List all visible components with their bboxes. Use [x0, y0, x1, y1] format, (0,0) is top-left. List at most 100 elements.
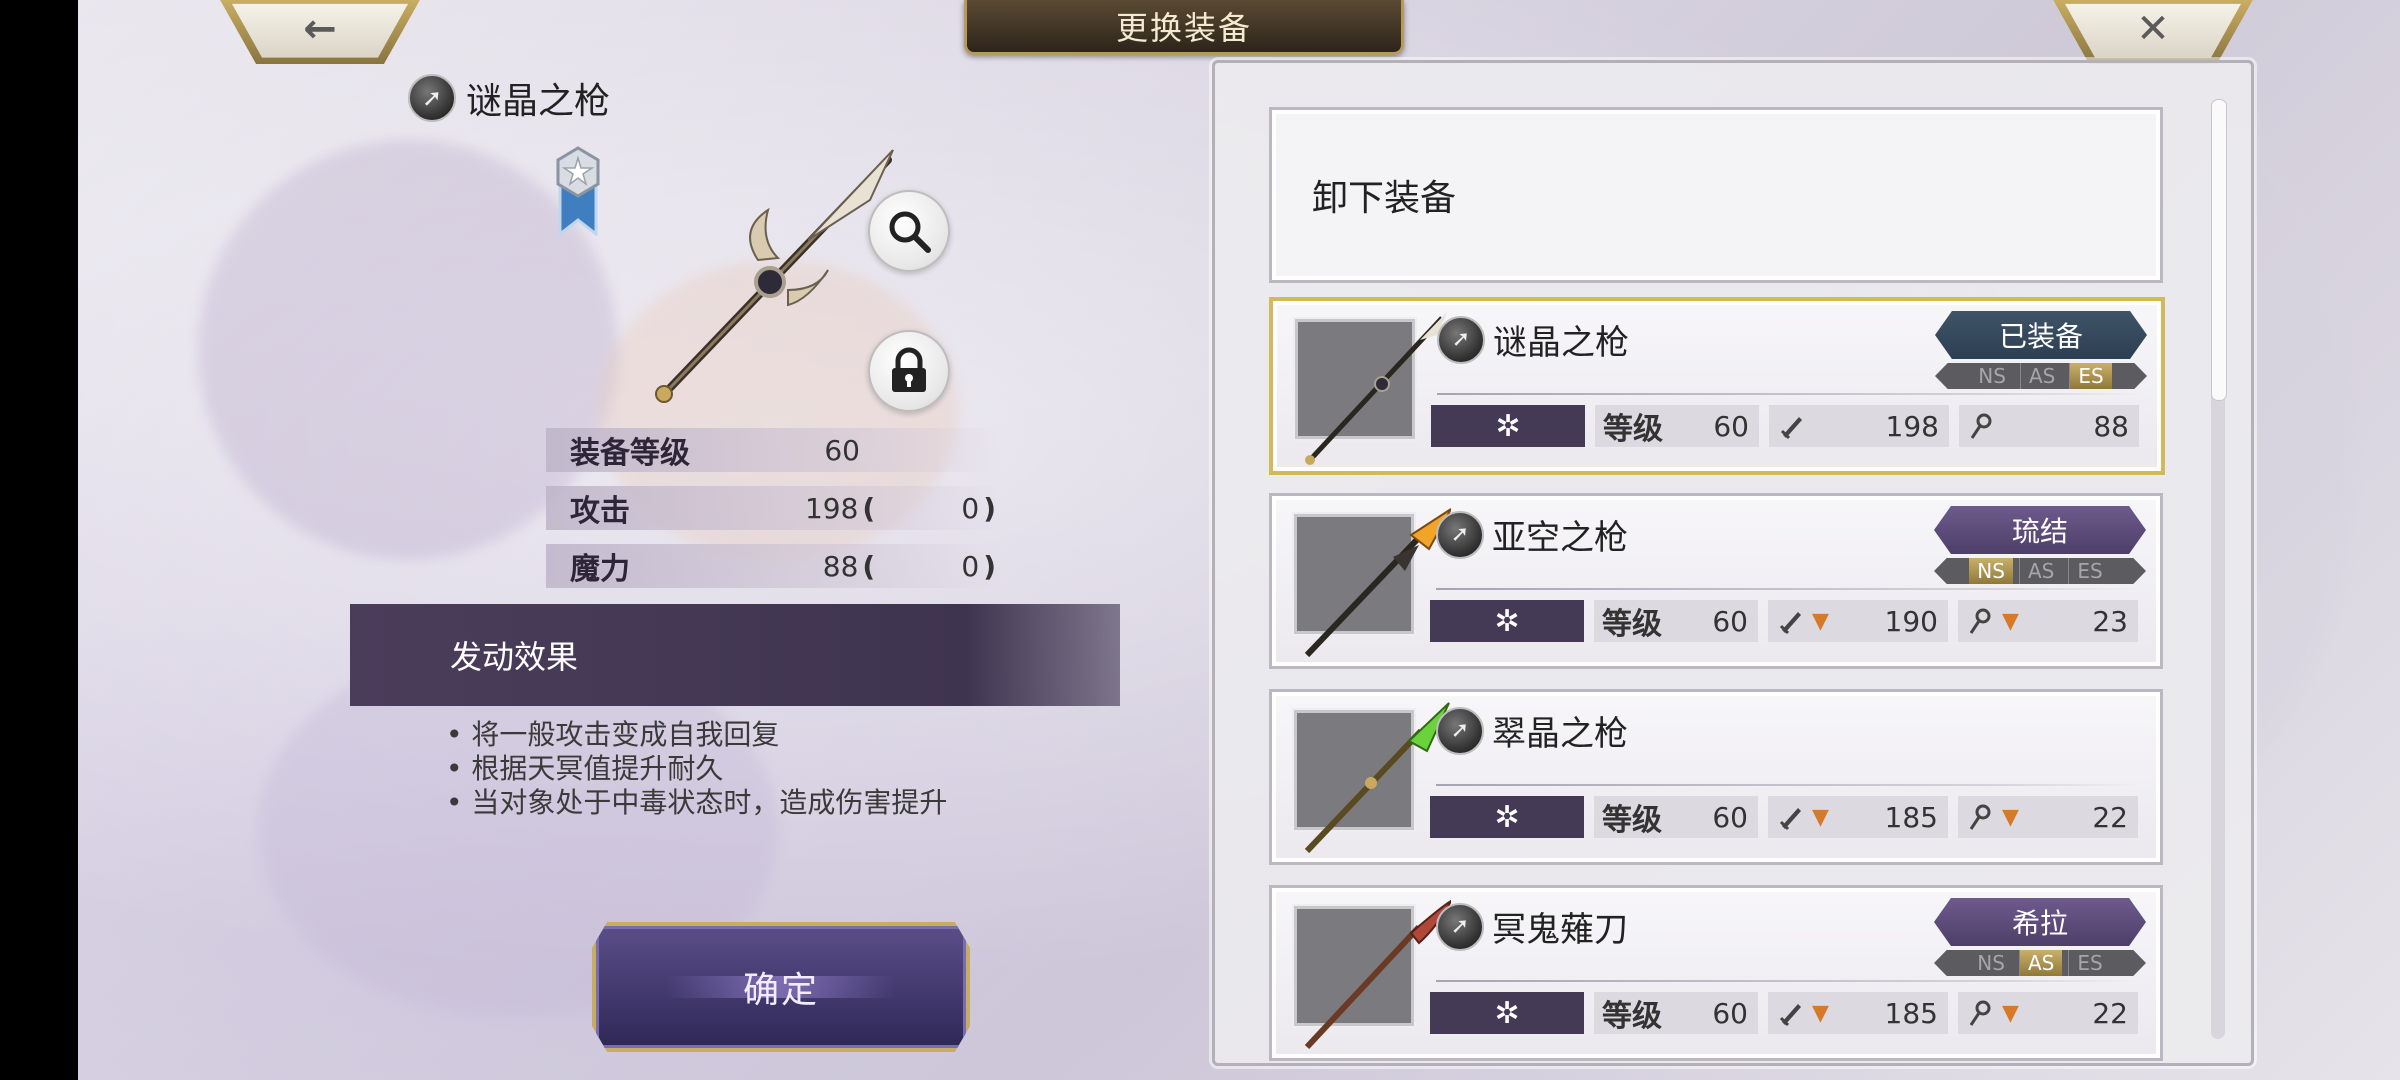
level-cell: 等级 60: [1595, 405, 1759, 447]
stat-bonus: ( 0 ): [858, 492, 1000, 525]
attack-value: 190: [1884, 604, 1938, 638]
item-name: 谜晶之枪: [1493, 323, 1629, 363]
slot-es: ES: [2069, 363, 2112, 389]
unequip-label: 卸下装备: [1312, 178, 1457, 219]
close-button[interactable]: ✕: [2053, 0, 2253, 64]
item-title: ➚ 翠晶之枪: [1436, 706, 1628, 755]
item-thumbnail: [1294, 702, 1450, 854]
magic-value: 22: [2092, 800, 2128, 834]
equipment-item[interactable]: ➚ 冥鬼薙刀 希拉 NS AS ES ✲ 等级 60 ▼ 185 ▼ 22: [1269, 885, 2163, 1061]
down-arrow-icon: ▼: [2002, 608, 2019, 634]
slot-indicator: NS AS ES: [1934, 950, 2146, 976]
item-stats: ✲ 等级 60 198 88: [1431, 405, 2139, 447]
staff-icon: [1969, 608, 1991, 634]
attack-cell: ▼ 185: [1768, 796, 1948, 838]
item-stats: ✲ 等级 60 ▼ 185 ▼ 22: [1430, 796, 2138, 838]
attack-value: 185: [1884, 996, 1938, 1030]
magic-cell: ▼ 22: [1958, 796, 2138, 838]
divider: [1436, 588, 2140, 590]
confirm-button[interactable]: 确定: [592, 922, 970, 1052]
divider: [1437, 393, 2141, 395]
level-label: 等级: [1602, 999, 1662, 1034]
attack-cell: ▼ 190: [1768, 600, 1948, 642]
attack-value: 185: [1884, 800, 1938, 834]
spear-type-icon: ➚: [1437, 315, 1485, 364]
back-button[interactable]: ←: [220, 0, 420, 64]
game-screen: ← 更换装备 ✕ ➚ 谜晶之枪 装备等级 60 攻击 198 (0) 魔力 …: [78, 0, 2400, 1080]
weapon-image: [1304, 899, 1451, 1050]
scrollbar-thumb[interactable]: [2211, 99, 2227, 401]
stat-row-level: 装备等级 60: [546, 428, 1000, 472]
owner-tag: 琉结: [1934, 506, 2146, 554]
weapon-image: [1304, 508, 1451, 658]
item-thumbnail: [1294, 508, 1451, 658]
magic-value: 22: [2092, 996, 2128, 1030]
effect-item: 根据天冥值提升耐久: [446, 752, 947, 786]
spear-type-icon: ➚: [1436, 902, 1484, 951]
back-arrow-icon: ←: [303, 6, 337, 52]
effect-title: 发动效果: [450, 638, 579, 676]
screen-title-plate: 更换装备: [964, 0, 1404, 55]
slot-ns: NS: [1978, 364, 2006, 388]
stat-row-magic: 魔力 88 ( 0 ): [546, 544, 1000, 588]
stat-label: 装备等级: [570, 436, 690, 471]
sword-icon: [1780, 417, 1802, 440]
attribute-badge: ✲: [1430, 600, 1584, 642]
scrollbar[interactable]: [2211, 99, 2227, 1039]
level-label: 等级: [1602, 607, 1662, 642]
item-title: ➚ 亚空之枪: [1436, 510, 1628, 559]
equipment-item-selected[interactable]: ➚ 谜晶之枪 已装备 NS AS ES ✲ 等级 60 198 88: [1269, 297, 2165, 475]
effect-item: 当对象处于中毒状态时，造成伤害提升: [446, 786, 947, 820]
level-value: 60: [1713, 409, 1749, 443]
equipped-tag: 已装备: [1935, 311, 2147, 359]
level-label: 等级: [1602, 803, 1662, 838]
attribute-badge: ✲: [1431, 405, 1585, 447]
slot-indicator: NS AS ES: [1934, 558, 2146, 584]
slot-as: AS: [2018, 558, 2062, 584]
item-name: 亚空之枪: [1492, 518, 1628, 558]
item-title: ➚ 谜晶之枪: [1437, 315, 1629, 364]
tag-label: 希拉: [2011, 907, 2068, 940]
item-thumbnail: [1295, 312, 1447, 465]
spear-type-icon: ➚: [1436, 706, 1484, 755]
down-arrow-icon: ▼: [2002, 804, 2019, 830]
tag-label: 已装备: [1998, 320, 2083, 353]
item-stats: ✲ 等级 60 ▼ 190 ▼ 23: [1430, 600, 2138, 642]
unequip-button[interactable]: 卸下装备: [1269, 107, 2163, 283]
magic-cell: ▼ 22: [1958, 992, 2138, 1034]
magic-value: 23: [2092, 604, 2128, 638]
weapon-title: ➚ 谜晶之枪: [408, 72, 610, 124]
effect-header: 发动效果: [350, 604, 1120, 706]
stat-bonus: ( 0 ): [858, 550, 1000, 583]
sword-icon: [1779, 1004, 1801, 1027]
bonus-value: 0: [961, 491, 980, 525]
stat-value: 88: [822, 549, 859, 583]
confirm-label: 确定: [742, 970, 819, 1011]
attack-value: 198: [1885, 409, 1939, 443]
down-arrow-icon: ▼: [1812, 1000, 1829, 1026]
owner-tag: 希拉: [1934, 898, 2146, 946]
lock-button[interactable]: [868, 330, 950, 412]
equipment-item[interactable]: ➚ 亚空之枪 琉结 NS AS ES ✲ 等级 60 ▼ 190 ▼ 23: [1269, 493, 2163, 669]
equipment-item[interactable]: ➚ 翠晶之枪 ✲ 等级 60 ▼ 185 ▼ 22: [1269, 689, 2163, 865]
spear-type-icon: ➚: [408, 74, 456, 122]
staff-icon: [1970, 413, 1992, 439]
level-value: 60: [1712, 604, 1748, 638]
slot-ns: NS: [1977, 951, 2005, 975]
down-arrow-icon: ▼: [1812, 608, 1829, 634]
zoom-button[interactable]: [868, 190, 950, 272]
down-arrow-icon: ▼: [1812, 804, 1829, 830]
rank-badge-icon: [556, 146, 600, 236]
weapon-name: 谜晶之枪: [466, 81, 611, 122]
staff-icon: [1969, 804, 1991, 830]
staff-icon: [1969, 1000, 1991, 1026]
paren-open: (: [862, 549, 876, 583]
effect-list: 将一般攻击变成自我回复 根据天冥值提升耐久 当对象处于中毒状态时，造成伤害提升: [446, 718, 947, 820]
magic-cell: ▼ 23: [1958, 600, 2138, 642]
paren-close: ): [983, 491, 996, 525]
spear-type-icon: ➚: [1436, 510, 1484, 559]
slot-as: AS: [2019, 363, 2063, 389]
slot-es: ES: [2068, 950, 2110, 976]
stat-label: 攻击: [570, 494, 630, 529]
item-name: 冥鬼薙刀: [1492, 910, 1628, 950]
